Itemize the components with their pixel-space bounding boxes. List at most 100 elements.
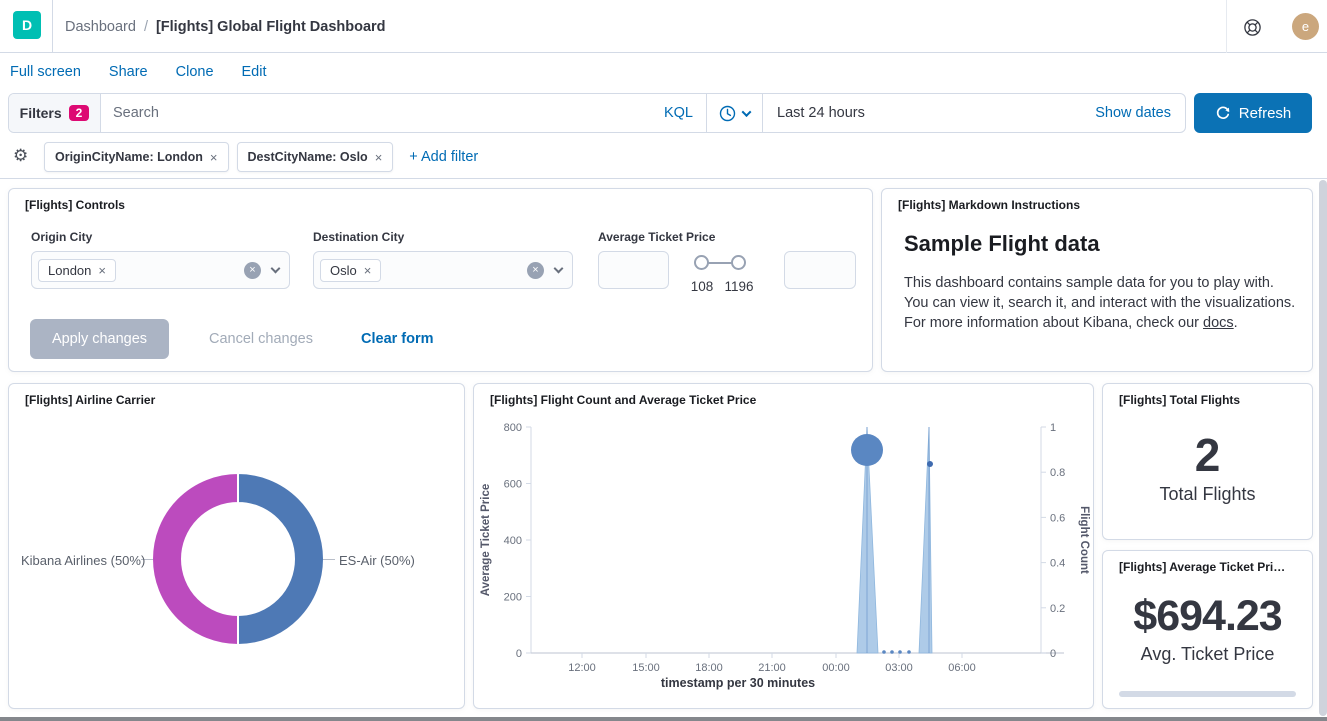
panel-flights-controls: [Flights] Controls Origin City London × … [8,188,873,372]
y-right-tick: 0.6 [1050,512,1065,524]
x-tick: 15:00 [632,662,660,674]
x-axis-title: timestamp per 30 minutes [661,676,815,690]
y-left-tick: 600 [504,479,522,491]
filters-menu-button[interactable]: Filters 2 [9,94,101,132]
clock-icon [719,105,736,122]
avg-price-zero-dot [907,650,911,654]
filter-pills-row: OriginCityName: London × DestCityName: O… [44,142,478,172]
chevron-down-icon [271,264,281,274]
filters-count-badge: 2 [69,105,90,121]
destination-city-combobox[interactable]: Oslo × × [313,251,573,289]
price-range-slider-handle-min[interactable] [694,255,709,270]
avg-ticket-price-label: Avg. Ticket Price [1141,644,1275,665]
avg-ticket-price-gauge-bar [1119,691,1296,697]
filter-settings-gear-icon[interactable]: ⚙ [13,147,28,164]
time-picker: Last 24 hours Show dates [706,94,1185,132]
dashboard-app-icon[interactable]: D [13,11,41,39]
total-flights-label: Total Flights [1159,484,1255,505]
panel-title: [Flights] Average Ticket Pri… [1119,560,1285,574]
time-range-value[interactable]: Last 24 hours [763,105,1095,121]
filter-pill-label: DestCityName: Oslo [248,150,368,164]
panel-title: [Flights] Controls [25,198,125,212]
x-tick: 21:00 [758,662,786,674]
clear-form-button[interactable]: Clear form [361,319,434,359]
flight-count-avg-price-chart[interactable]: 800 600 400 200 0 1 0.8 0.6 0.4 0.2 0 12… [474,384,1095,710]
breadcrumb-dashboard-link[interactable]: Dashboard [65,19,136,35]
panel-flight-count-avg-price: [Flights] Flight Count and Average Ticke… [473,383,1094,709]
top-navigation-bar: D Dashboard / [Flights] Global Flight Da… [0,0,1327,53]
origin-city-label: Origin City [31,230,92,244]
flight-count-spike-2[interactable] [919,427,932,653]
help-icon [1243,18,1262,37]
panel-airline-carrier: [Flights] Airline Carrier Kibana Airline… [8,383,465,709]
avg-price-bubble-large[interactable] [851,434,883,466]
avg-ticket-price-value: $694.23 [1133,595,1281,638]
clear-selection-icon[interactable]: × [244,262,261,279]
remove-option-icon[interactable]: × [98,263,106,278]
y-left-tick: 200 [504,592,522,604]
panel-average-ticket-price: [Flights] Average Ticket Pri… $694.23 Av… [1102,550,1313,709]
share-button[interactable]: Share [109,64,148,80]
origin-city-value: London [48,263,91,278]
y-left-tick: 400 [504,535,522,547]
destination-city-label: Destination City [313,230,404,244]
y-right-tick: 0.8 [1050,467,1065,479]
x-tick: 03:00 [885,662,913,674]
query-bar: Filters 2 KQL Last 24 hours Show dates [8,93,1186,133]
x-tick: 12:00 [568,662,596,674]
remove-option-icon[interactable]: × [364,263,372,278]
origin-city-selected-pill[interactable]: London × [38,259,116,282]
donut-label-kibana-airlines: Kibana Airlines (50%) [21,553,145,568]
airline-carrier-donut-chart[interactable] [9,384,466,710]
price-min-input[interactable] [598,251,669,289]
y-right-tick: 0.4 [1050,558,1065,570]
destination-city-selected-pill[interactable]: Oslo × [320,259,381,282]
origin-city-combobox[interactable]: London × × [31,251,290,289]
remove-filter-icon[interactable]: × [210,150,218,165]
time-picker-quick-menu-button[interactable] [707,94,763,132]
divider [0,178,1327,179]
search-input[interactable] [101,94,706,132]
dashboard-menu: Full screen Share Clone Edit [0,53,1327,90]
remove-filter-icon[interactable]: × [375,150,383,165]
filter-pill-dest-city[interactable]: DestCityName: Oslo × [237,142,394,172]
filter-pill-origin-city[interactable]: OriginCityName: London × [44,142,229,172]
refresh-button[interactable]: Refresh [1194,93,1312,133]
apply-changes-button[interactable]: Apply changes [30,319,169,359]
page-title: [Flights] Global Flight Dashboard [156,19,386,35]
price-max-value: 1196 [717,279,761,294]
clear-selection-icon[interactable]: × [527,262,544,279]
edit-button[interactable]: Edit [242,64,267,80]
docs-link[interactable]: docs [1203,315,1234,331]
kql-syntax-button[interactable]: KQL [664,105,693,121]
markdown-body: This dashboard contains sample data for … [904,273,1296,333]
search-cell: KQL [101,94,706,132]
full-screen-button[interactable]: Full screen [10,64,81,80]
avg-ticket-price-label: Average Ticket Price [598,230,715,244]
price-range-slider-handle-max[interactable] [731,255,746,270]
cancel-changes-button[interactable]: Cancel changes [209,319,313,359]
total-flights-value: 2 [1195,432,1221,478]
x-tick: 06:00 [948,662,976,674]
donut-slice-es-air[interactable] [238,473,324,645]
x-tick: 00:00 [822,662,850,674]
markdown-heading: Sample Flight data [904,231,1100,257]
refresh-icon [1215,105,1231,121]
show-dates-button[interactable]: Show dates [1095,105,1185,121]
help-menu-button[interactable] [1239,14,1265,40]
price-max-input[interactable] [784,251,856,289]
user-avatar[interactable]: e [1292,13,1319,40]
avg-price-bubble-small[interactable] [927,461,933,467]
panel-total-flights: [Flights] Total Flights 2 Total Flights [1102,383,1313,540]
avg-price-zero-dot [890,650,894,654]
add-filter-button[interactable]: + Add filter [409,149,478,165]
panel-title: [Flights] Markdown Instructions [898,198,1080,212]
vertical-scrollbar[interactable] [1319,180,1327,716]
divider [1226,0,1227,53]
y-left-tick: 0 [516,648,522,660]
donut-slice-kibana-airlines[interactable] [152,473,238,645]
avg-price-zero-dot [882,650,886,654]
markdown-text: . [1234,315,1238,331]
y-right-tick: 0 [1050,648,1056,660]
clone-button[interactable]: Clone [176,64,214,80]
